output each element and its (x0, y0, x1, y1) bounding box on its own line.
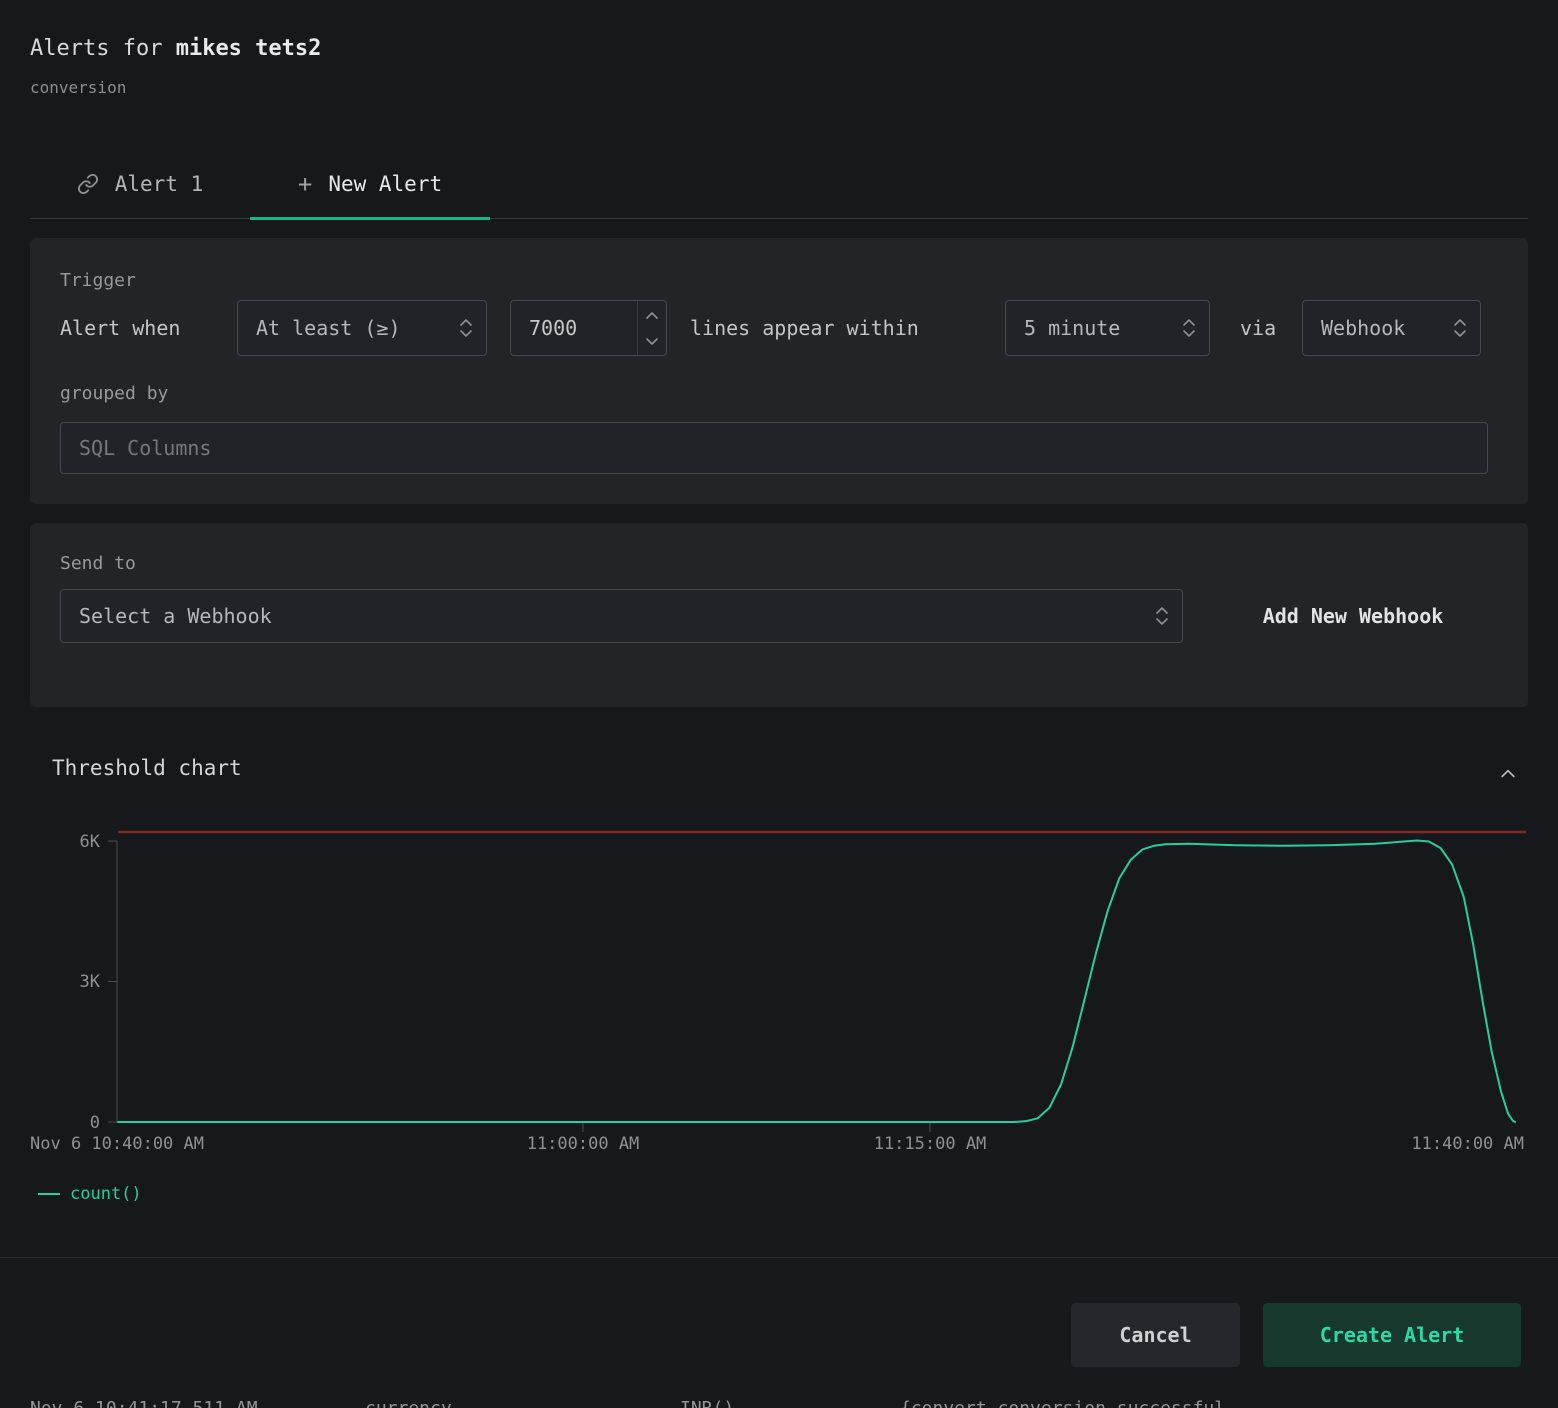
x-tick-end: 11:40:00 AM (1411, 1134, 1524, 1154)
send-to-label: Send to (60, 553, 136, 574)
group-by-input[interactable] (60, 422, 1488, 474)
threshold-input-field[interactable] (511, 316, 654, 340)
trigger-section: Trigger Alert when At least (≥) lines ap… (30, 238, 1528, 504)
legend-series-line (38, 1193, 60, 1195)
x-axis-labels: Nov 6 10:40:00 AM 11:00:00 AM 11:15:00 A… (0, 1134, 1558, 1158)
bg-row-service: currency (365, 1398, 452, 1408)
threshold-stepper (637, 301, 666, 355)
tab-alert-1-label: Alert 1 (115, 172, 204, 196)
page-subtitle: conversion (30, 78, 126, 97)
link-icon (77, 173, 99, 195)
legend-series-label: count() (70, 1184, 142, 1204)
grouped-by-label: grouped by (60, 383, 168, 404)
stepper-down-icon[interactable] (638, 328, 666, 355)
chevron-up-icon (1498, 762, 1518, 786)
webhook-select[interactable]: Select a Webhook (60, 589, 1183, 643)
threshold-chart-title: Threshold chart (52, 756, 242, 780)
x-tick-1100: 11:00:00 AM (527, 1134, 640, 1154)
lines-appear-label: lines appear within (690, 300, 919, 356)
chevron-updown-icon (458, 317, 474, 339)
send-to-section: Send to Select a Webhook Add New Webhook (30, 523, 1528, 707)
webhook-select-placeholder: Select a Webhook (79, 604, 272, 628)
page-title-name: mikes tets2 (176, 36, 322, 61)
cancel-button[interactable]: Cancel (1071, 1303, 1240, 1367)
footer-divider (0, 1257, 1558, 1258)
condition-select[interactable]: At least (≥) (237, 300, 487, 356)
x-tick-start: Nov 6 10:40:00 AM (30, 1134, 204, 1154)
add-new-webhook-button[interactable]: Add New Webhook (1215, 589, 1491, 643)
threshold-chart: 6K 3K 0 (0, 820, 1558, 1136)
interval-select[interactable]: 5 minute (1005, 300, 1210, 356)
y-tick-0: 0 (90, 1113, 100, 1133)
chevron-updown-icon (1181, 317, 1197, 339)
alert-tabs: Alert 1 + New Alert (30, 150, 1528, 219)
x-tick-1115: 11:15:00 AM (874, 1134, 987, 1154)
create-alert-button[interactable]: Create Alert (1263, 1303, 1521, 1367)
via-label: via (1240, 300, 1276, 356)
plus-icon: + (298, 170, 312, 198)
collapse-chart-button[interactable] (1492, 758, 1524, 790)
bg-row-span: INR() (680, 1398, 734, 1408)
page-title-prefix: Alerts for (30, 36, 176, 61)
stepper-up-icon[interactable] (638, 301, 666, 328)
bg-row-timestamp: Nov 6 10:41:17.511 AM (30, 1398, 258, 1408)
active-tab-underline (250, 217, 490, 220)
trigger-section-label: Trigger (60, 270, 136, 291)
chevron-updown-icon (1154, 605, 1170, 627)
alerts-dialog: Alerts for mikes tets2 conversion Alert … (0, 0, 1558, 1408)
background-table-row: Nov 6 10:41:17.511 AM currency INR() {co… (0, 1398, 1558, 1408)
y-tick-3k: 3K (80, 972, 101, 992)
tab-new-alert-label: New Alert (328, 172, 442, 196)
legend-count-series[interactable]: count() (38, 1184, 142, 1204)
y-tick-6k: 6K (80, 832, 101, 852)
tab-new-alert[interactable]: + New Alert (250, 150, 490, 218)
count-series-line (118, 841, 1515, 1123)
alert-when-label: Alert when (60, 300, 180, 356)
channel-select-value: Webhook (1321, 316, 1405, 340)
channel-select[interactable]: Webhook (1302, 300, 1481, 356)
page-title: Alerts for mikes tets2 (30, 36, 321, 61)
interval-select-value: 5 minute (1024, 316, 1120, 340)
condition-select-value: At least (≥) (256, 316, 401, 340)
chevron-updown-icon (1452, 317, 1468, 339)
threshold-input[interactable] (510, 300, 667, 356)
tab-alert-1[interactable]: Alert 1 (40, 150, 240, 218)
bg-row-message: {convert conversion successful (900, 1398, 1225, 1408)
